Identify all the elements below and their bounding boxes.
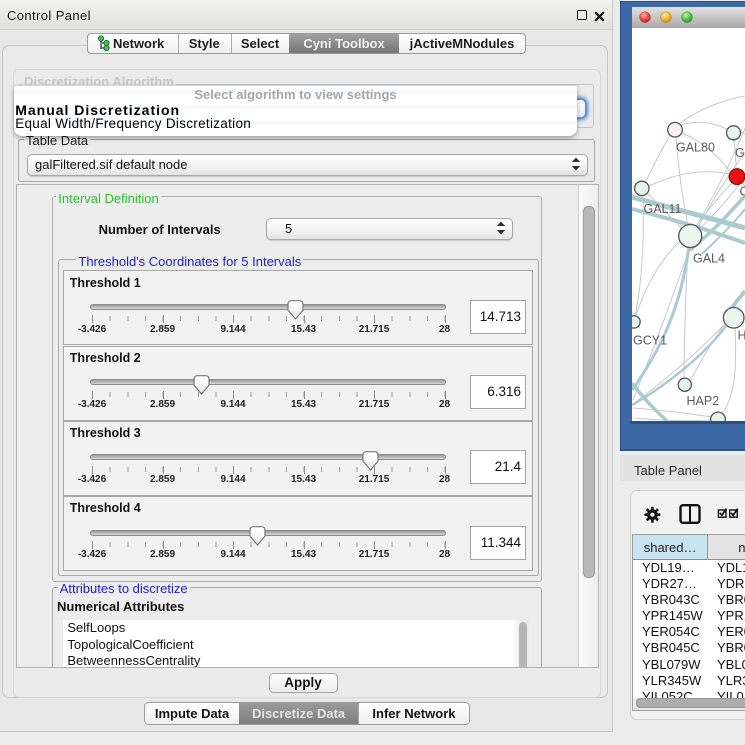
svg-text:C: C xyxy=(739,184,745,198)
svg-text:H: H xyxy=(737,328,745,342)
svg-text:HAP2: HAP2 xyxy=(686,394,719,408)
svg-text:GAL4: GAL4 xyxy=(693,251,725,265)
svg-text:GAL11: GAL11 xyxy=(643,202,681,216)
svg-text:GCY1: GCY1 xyxy=(633,333,667,347)
svg-text:GA: GA xyxy=(735,146,745,160)
svg-text:GAL80: GAL80 xyxy=(676,140,715,154)
